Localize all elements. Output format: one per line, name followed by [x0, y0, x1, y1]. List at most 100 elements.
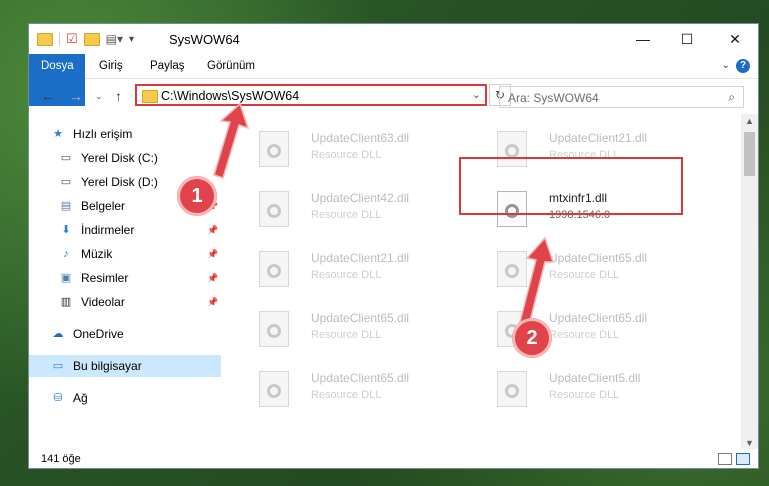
dll-file-icon	[259, 191, 289, 227]
sidebar-item-label: Müzik	[81, 247, 113, 261]
view-menu-icon[interactable]: ▤▾	[106, 32, 123, 46]
status-bar: 141 öğe	[29, 449, 758, 468]
minimize-button[interactable]: —	[621, 28, 665, 50]
file-name: UpdateClient65.dll	[311, 311, 410, 325]
pin-icon[interactable]: 📌	[207, 267, 218, 289]
address-path: C:\Windows\SysWOW64	[161, 89, 300, 103]
dll-file-icon	[259, 251, 289, 287]
help-icon[interactable]: ?	[736, 59, 750, 73]
file-name: UpdateClient21.dll	[549, 131, 648, 145]
sidebar-item-quick-access[interactable]: ★ Hızlı erişim	[29, 123, 221, 145]
sidebar-item-label: Videolar	[81, 295, 125, 309]
tiles-view-icon[interactable]	[736, 453, 750, 465]
tab-view[interactable]: Görünüm	[195, 54, 267, 78]
cloud-icon: ☁	[52, 328, 64, 340]
back-arrow-icon[interactable]: ←	[41, 88, 55, 104]
up-arrow-icon[interactable]: ↑	[115, 88, 122, 104]
dll-file-icon	[259, 131, 289, 167]
file-description: Resource DLL	[549, 329, 620, 341]
file-item[interactable]: UpdateClient65.dll Resource DLL	[245, 365, 475, 417]
file-name: UpdateClient21.dll	[311, 251, 410, 265]
navigation-bar: ← → ⌄ ↑ C:\Windows\SysWOW64 ⌄ ↻ Ara: Sys…	[29, 79, 758, 113]
sidebar-item-label: Resimler	[81, 271, 129, 285]
details-view-icon[interactable]	[718, 453, 732, 465]
dll-file-icon	[259, 311, 289, 347]
computer-icon: ▭	[52, 360, 64, 372]
vertical-scrollbar[interactable]: ▲ ▼	[741, 114, 758, 450]
file-name: UpdateClient5.dll	[549, 371, 641, 385]
file-item[interactable]: UpdateClient5.dll Resource DLL	[483, 365, 713, 417]
new-folder-icon[interactable]	[83, 32, 100, 46]
folder-icon	[37, 32, 53, 46]
sidebar-item-network[interactable]: ⛁ Ağ	[29, 387, 221, 409]
recent-locations-chevron-icon[interactable]: ⌄	[95, 91, 103, 102]
sidebar-item-label: OneDrive	[73, 327, 124, 341]
quick-access-toolbar: ☑ ▤▾ ▾	[37, 31, 134, 47]
network-icon: ⛁	[53, 392, 63, 404]
address-bar[interactable]: C:\Windows\SysWOW64 ⌄	[135, 84, 487, 106]
search-placeholder: Ara: SysWOW64	[508, 91, 599, 105]
chevron-down-icon[interactable]: ⌄	[472, 88, 481, 101]
file-item[interactable]: UpdateClient65.dll Resource DLL	[483, 245, 713, 297]
sidebar-item-label: Yerel Disk (D:)	[81, 175, 158, 189]
properties-check-icon[interactable]: ☑	[66, 31, 78, 47]
pin-icon[interactable]: 📌	[207, 291, 218, 313]
pictures-icon: ▣	[60, 272, 72, 284]
file-item[interactable]: UpdateClient42.dll Resource DLL	[245, 185, 475, 237]
divider	[59, 32, 60, 46]
file-name: UpdateClient42.dll	[311, 191, 410, 205]
pin-icon[interactable]: 📌	[207, 243, 218, 265]
file-item[interactable]: UpdateClient63.dll Resource DLL	[245, 125, 475, 177]
dll-file-icon	[497, 371, 527, 407]
pin-icon[interactable]: 📌	[207, 219, 218, 241]
window-title: SysWOW64	[169, 32, 240, 47]
explorer-window: ☑ ▤▾ ▾ SysWOW64 — ☐ ✕ Dosya Giriş Paylaş…	[28, 23, 759, 469]
file-item[interactable]: UpdateClient21.dll Resource DLL	[245, 245, 475, 297]
file-description: Resource DLL	[311, 389, 382, 401]
step-1-badge: 1	[177, 176, 217, 216]
sidebar-item-label: Ağ	[73, 391, 88, 405]
sidebar-item-music[interactable]: ♪ Müzik 📌	[29, 243, 221, 265]
ribbon-tabs: Dosya Giriş Paylaş Görünüm ⌄ ?	[29, 54, 758, 106]
video-icon: ▥	[60, 296, 72, 308]
file-description: Resource DLL	[549, 389, 620, 401]
scrollbar-thumb[interactable]	[744, 132, 755, 176]
sidebar-item-videos[interactable]: ▥ Videolar 📌	[29, 291, 221, 313]
sidebar-item-local-disk-c[interactable]: ▭ Yerel Disk (C:)	[29, 147, 221, 169]
scroll-down-arrow-icon[interactable]: ▼	[741, 438, 758, 448]
folder-icon	[142, 90, 158, 103]
chevron-down-icon[interactable]: ⌄	[722, 60, 730, 71]
item-count: 141 öğe	[41, 453, 81, 465]
sidebar-item-onedrive[interactable]: ☁ OneDrive	[29, 323, 221, 345]
file-description: Resource DLL	[311, 329, 382, 341]
scroll-up-arrow-icon[interactable]: ▲	[741, 116, 758, 126]
forward-arrow-icon[interactable]: →	[69, 88, 83, 104]
sidebar-item-pictures[interactable]: ▣ Resimler 📌	[29, 267, 221, 289]
maximize-button[interactable]: ☐	[665, 28, 709, 50]
tab-home[interactable]: Giriş	[87, 54, 135, 78]
sidebar-item-downloads[interactable]: ⬇ İndirmeler 📌	[29, 219, 221, 241]
file-description: Resource DLL	[549, 269, 620, 281]
navigation-pane: ★ Hızlı erişim ▭ Yerel Disk (C:) ▭ Yerel…	[29, 119, 221, 449]
step-2-badge: 2	[512, 318, 552, 358]
sidebar-item-label: Belgeler	[81, 199, 126, 213]
tab-share[interactable]: Paylaş	[138, 54, 197, 78]
file-item[interactable]: UpdateClient65.dll Resource DLL	[245, 305, 475, 357]
customize-toolbar-icon[interactable]: ▾	[129, 34, 134, 45]
file-name: UpdateClient65.dll	[549, 311, 648, 325]
close-button[interactable]: ✕	[713, 28, 757, 50]
music-icon: ♪	[63, 248, 69, 260]
sidebar-item-this-pc[interactable]: ▭ Bu bilgisayar	[29, 355, 221, 377]
highlight-box-file	[459, 157, 683, 215]
drive-icon: ▭	[60, 152, 72, 164]
dll-file-icon	[497, 251, 527, 287]
sidebar-item-label: Hızlı erişim	[73, 127, 133, 141]
file-name: UpdateClient65.dll	[549, 251, 648, 265]
drive-icon: ▭	[60, 176, 72, 188]
search-icon: ⌕	[728, 90, 735, 104]
file-description: Resource DLL	[311, 209, 382, 221]
view-switcher	[718, 453, 750, 465]
search-box[interactable]: Ara: SysWOW64 ⌕	[499, 86, 744, 108]
file-description: Resource DLL	[311, 149, 382, 161]
title-bar: ☑ ▤▾ ▾ SysWOW64 — ☐ ✕	[29, 24, 758, 54]
